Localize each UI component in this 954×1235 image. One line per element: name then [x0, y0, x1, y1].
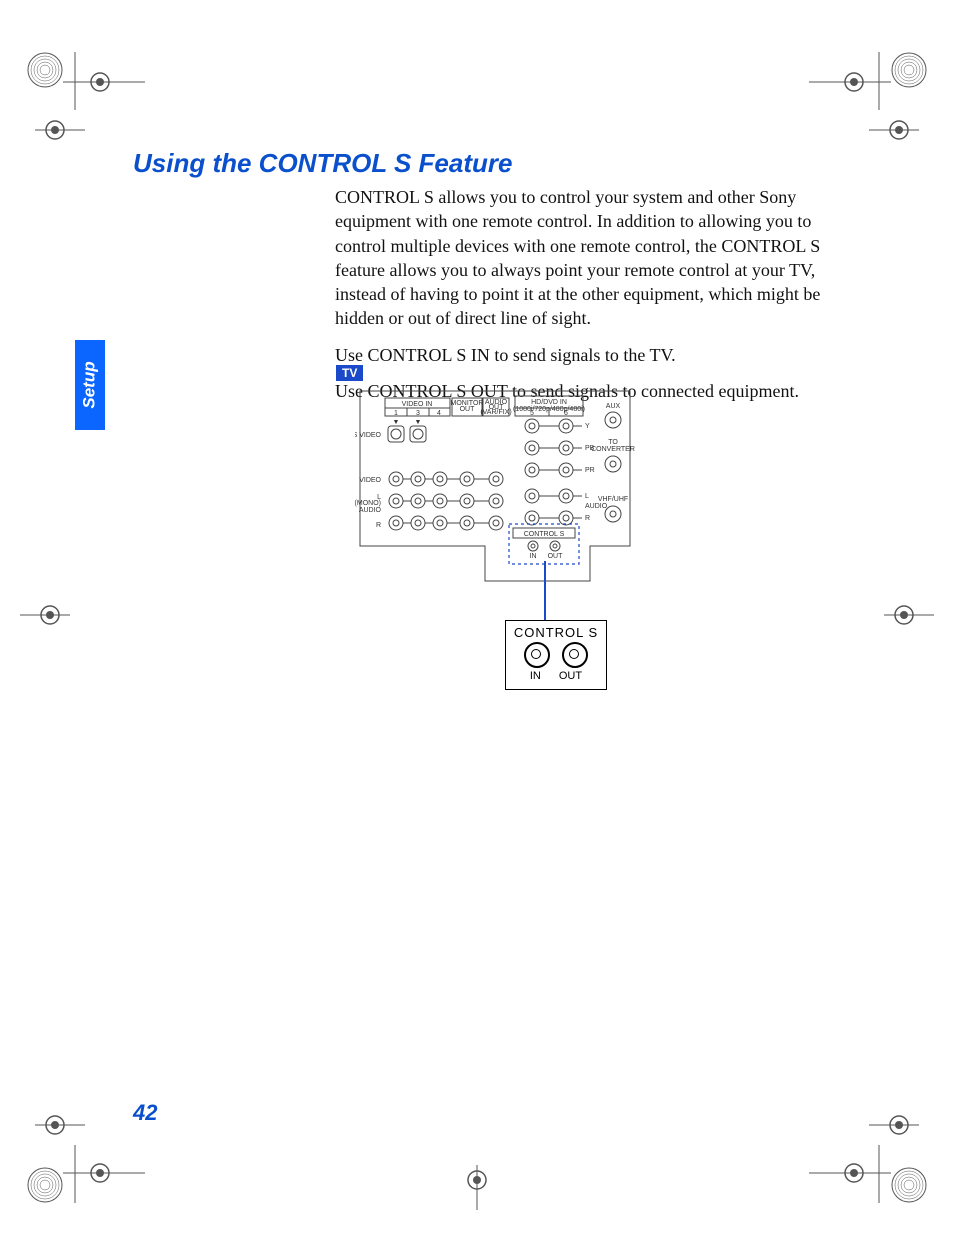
svg-text:1: 1 — [394, 410, 398, 417]
svg-text:AUX: AUX — [606, 403, 621, 410]
tv-badge: TV — [336, 365, 363, 381]
svg-text:R: R — [585, 515, 590, 522]
crop-mark-top-left — [15, 40, 145, 140]
crop-mark-bottom-left — [15, 1115, 145, 1215]
callout-title: CONTROL S — [506, 625, 606, 640]
page-number: 42 — [133, 1100, 157, 1126]
svg-text:3: 3 — [416, 410, 420, 417]
svg-text:CONVERTER: CONVERTER — [591, 446, 635, 453]
svg-text:Y: Y — [585, 423, 590, 430]
crop-mark-mid-left — [20, 600, 80, 630]
svg-text:OUT: OUT — [460, 406, 476, 413]
svg-text:L: L — [585, 493, 589, 500]
crop-mark-mid-right — [874, 600, 934, 630]
svg-text:6: 6 — [564, 410, 568, 417]
svg-text:S VIDEO: S VIDEO — [355, 432, 382, 439]
control-s-callout: CONTROL S IN OUT — [505, 620, 607, 690]
svg-text:CONTROL S: CONTROL S — [524, 531, 565, 538]
svg-text:(VAR/FIX): (VAR/FIX) — [480, 409, 511, 416]
svg-text:HD/DVD IN: HD/DVD IN — [531, 399, 567, 406]
svg-text:AUDIO: AUDIO — [585, 503, 608, 510]
control-s-out-port-icon — [562, 642, 588, 668]
paragraph-1: CONTROL S allows you to control your sys… — [335, 185, 825, 331]
section-tab-label: Setup — [80, 361, 100, 408]
rear-panel-diagram: VIDEO IN 1 3 4 MONITOR OUT AUDIO OUT (VA… — [355, 386, 635, 606]
svg-text:(MONO): (MONO) — [355, 500, 381, 507]
callout-leader-line — [544, 561, 546, 621]
svg-text:OUT: OUT — [548, 553, 564, 560]
crop-mark-bottom-right — [809, 1115, 939, 1215]
svg-text:4: 4 — [437, 410, 441, 417]
svg-text:R: R — [376, 522, 381, 529]
svg-text:VHF/UHF: VHF/UHF — [598, 496, 628, 503]
svg-text:AUDIO: AUDIO — [359, 507, 382, 514]
control-s-in-port-icon — [524, 642, 550, 668]
crop-mark-bottom-center — [447, 1155, 507, 1215]
callout-out-label: OUT — [559, 670, 582, 682]
svg-text:IN: IN — [530, 553, 537, 560]
svg-text:▼: ▼ — [393, 419, 400, 426]
paragraph-2: Use CONTROL S IN to send signals to the … — [335, 343, 825, 367]
svg-text:TO: TO — [608, 439, 618, 446]
page-title: Using the CONTROL S Feature — [133, 148, 512, 179]
svg-text:5: 5 — [530, 410, 534, 417]
crop-mark-top-right — [809, 40, 939, 140]
svg-text:VIDEO IN: VIDEO IN — [402, 401, 433, 408]
body-text: CONTROL S allows you to control your sys… — [335, 185, 825, 415]
section-tab: Setup — [75, 340, 105, 430]
callout-in-label: IN — [530, 670, 541, 682]
svg-text:▼: ▼ — [415, 419, 422, 426]
svg-text:PR: PR — [585, 467, 595, 474]
svg-text:VIDEO: VIDEO — [359, 477, 381, 484]
